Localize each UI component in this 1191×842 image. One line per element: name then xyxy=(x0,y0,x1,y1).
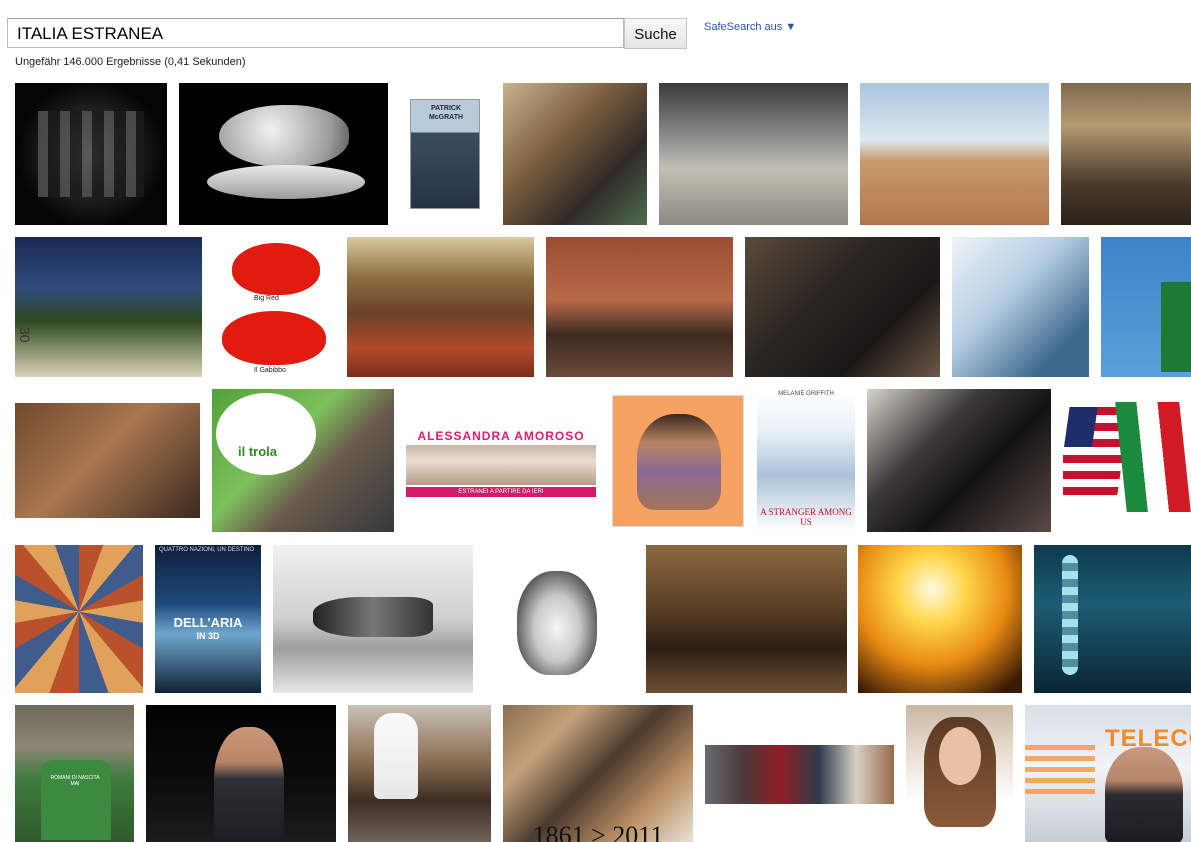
image-result[interactable] xyxy=(858,545,1022,693)
album-subtitle: ESTRANEI A PARTIRE DA IERI xyxy=(406,487,596,497)
caption-bottom: Il Gabibbo xyxy=(254,367,286,374)
image-result[interactable] xyxy=(1101,237,1191,377)
search-input[interactable]: ITALIA ESTRANEA xyxy=(7,18,624,48)
image-result[interactable] xyxy=(146,705,336,842)
anniversary-years: 1861 > 2011 xyxy=(532,821,664,842)
movie-actor: MELANIE GRIFFITH xyxy=(778,391,834,397)
image-result[interactable]: QUATTRO NAZIONI, UN DESTINO DELL'ARIA IN… xyxy=(155,545,261,693)
image-result[interactable] xyxy=(867,389,1051,532)
image-result[interactable] xyxy=(1061,83,1191,225)
sculpture-base xyxy=(207,165,365,199)
logo-stripes xyxy=(1025,745,1095,795)
image-result[interactable] xyxy=(497,553,621,683)
result-stats: Ungefähr 146.000 Ergebnisse (0,41 Sekund… xyxy=(15,56,246,68)
face xyxy=(939,727,981,785)
image-result[interactable] xyxy=(1063,397,1191,523)
spiral-sculpture xyxy=(1062,555,1078,675)
executive-figure xyxy=(1105,747,1183,842)
eyes-photo xyxy=(406,445,596,485)
image-result[interactable] xyxy=(15,83,167,225)
image-result[interactable]: PATRICK McGRATH xyxy=(410,99,480,209)
book-author: PATRICK McGRATH xyxy=(428,105,464,121)
lying-figure xyxy=(313,597,433,637)
poster-tagline: QUATTRO NAZIONI, UN DESTINO xyxy=(159,547,255,553)
gabibbo-figure-bottom xyxy=(222,311,326,365)
image-result[interactable] xyxy=(1034,545,1191,693)
album-title: ALESSANDRA AMOROSO xyxy=(417,429,585,443)
image-result[interactable]: 1861 > 2011 xyxy=(503,705,693,842)
caption-top: Big Red xyxy=(254,295,279,302)
image-result[interactable] xyxy=(15,545,143,693)
image-result[interactable] xyxy=(15,403,200,518)
image-result[interactable] xyxy=(659,83,848,225)
movie-title: A STRANGER AMONG US xyxy=(760,507,852,527)
image-result[interactable] xyxy=(348,705,491,842)
speech-bubble xyxy=(216,393,316,475)
yoga-figure xyxy=(637,414,721,510)
image-result[interactable] xyxy=(952,237,1089,377)
image-result[interactable] xyxy=(273,545,473,693)
image-result[interactable]: 30 xyxy=(15,237,202,377)
sculpture-face xyxy=(219,105,349,167)
image-result[interactable] xyxy=(546,237,733,377)
image-result[interactable] xyxy=(906,705,1013,842)
image-result[interactable]: ROMANI DI NASCITA MAI xyxy=(15,705,134,842)
image-result[interactable]: ALESSANDRA AMOROSO ESTRANEI A PARTIRE DA… xyxy=(406,389,596,532)
image-result[interactable]: MELANIE GRIFFITH A STRANGER AMONG US xyxy=(757,389,855,532)
safesearch-toggle[interactable]: SafeSearch aus ▼ xyxy=(704,21,796,33)
sketch-face xyxy=(517,571,597,675)
chef-figure xyxy=(374,713,418,799)
t-shirt xyxy=(41,760,111,840)
image-result[interactable] xyxy=(179,83,388,225)
gabibbo-figure-top xyxy=(232,243,320,295)
image-result[interactable]: Big Red Il Gabibbo xyxy=(214,237,335,377)
search-button[interactable]: Suche xyxy=(624,18,687,49)
image-result[interactable] xyxy=(503,83,647,225)
shirt-text: ROMANI DI NASCITA MAI xyxy=(50,775,100,787)
image-result[interactable] xyxy=(745,237,940,377)
poster-title: DELL'ARIA xyxy=(173,615,243,630)
image-result[interactable]: TELECO xyxy=(1025,705,1191,842)
image-result[interactable] xyxy=(646,545,847,693)
bubble-text: il trola xyxy=(238,444,278,459)
speaker-figure xyxy=(214,727,284,842)
house-number: 30 xyxy=(17,327,33,343)
image-result[interactable] xyxy=(347,237,534,377)
italian-flag xyxy=(1115,402,1191,512)
image-result[interactable]: il trola xyxy=(212,389,394,532)
image-result[interactable] xyxy=(612,395,744,527)
image-result[interactable] xyxy=(705,745,894,804)
poster-format: IN 3D xyxy=(196,631,220,641)
image-result[interactable] xyxy=(860,83,1049,225)
